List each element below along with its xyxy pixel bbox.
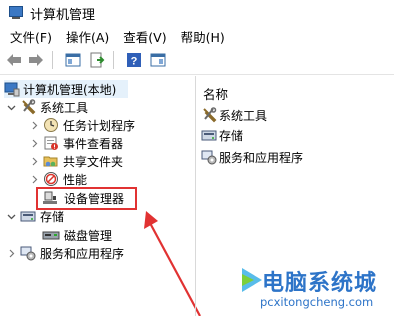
services-icon (20, 245, 36, 261)
tree-node-root[interactable]: 计算机管理(本地) (4, 80, 128, 98)
menu-bar: 文件(F) 操作(A) 查看(V) 帮助(H) (0, 26, 394, 46)
tree-node-shared-folders-label: 共享文件夹 (63, 154, 124, 169)
computer-management-icon (8, 5, 24, 21)
storage-icon (201, 127, 217, 143)
tree-node-event-viewer[interactable]: 事件查看器 (26, 134, 123, 152)
list-item-system-tools[interactable]: 系统工具 (201, 106, 267, 124)
show-hide-tree-icon[interactable] (63, 50, 83, 70)
menu-help[interactable]: 帮助(H) (181, 27, 225, 46)
list-item-label: 存储 (219, 128, 244, 143)
tree-node-shared-folders[interactable]: 共享文件夹 (26, 152, 123, 170)
tree-node-performance[interactable]: 性能 (26, 170, 87, 188)
tree-node-event-viewer-label: 事件查看器 (63, 136, 124, 151)
tree-node-root-label: 计算机管理(本地) (23, 82, 117, 97)
tree-node-disk-management[interactable]: 磁盘管理 (42, 226, 112, 244)
menu-file[interactable]: 文件(F) (10, 27, 52, 46)
computer-management-icon (4, 81, 20, 97)
svg-text:?: ? (131, 56, 138, 68)
tools-icon (201, 107, 217, 123)
chevron-down-icon[interactable] (6, 211, 16, 221)
toolbar-divider (0, 74, 394, 75)
help-icon[interactable]: ? (124, 50, 144, 70)
services-icon (201, 149, 217, 165)
clock-icon (43, 117, 59, 133)
tree-node-performance-label: 性能 (63, 172, 88, 187)
chevron-right-icon[interactable] (6, 248, 16, 258)
tree-node-task-scheduler-label: 任务计划程序 (63, 118, 136, 133)
tree-node-storage-label: 存储 (40, 209, 65, 224)
tree-node-disk-management-label: 磁盘管理 (64, 228, 113, 243)
chevron-right-icon[interactable] (29, 156, 39, 166)
title-bar: 计算机管理 (0, 0, 394, 26)
pane-divider[interactable] (195, 76, 196, 316)
tree-node-system-tools[interactable]: 系统工具 (6, 98, 88, 116)
watermark: 电脑系统城 pcxitongcheng.com (240, 262, 394, 316)
forward-arrow-icon[interactable] (26, 50, 46, 70)
storage-icon (20, 208, 36, 224)
menu-action[interactable]: 操作(A) (66, 27, 109, 46)
back-arrow-icon[interactable] (4, 50, 24, 70)
toolbar: ? (0, 46, 394, 74)
export-list-icon[interactable] (87, 50, 107, 70)
chevron-down-icon[interactable] (6, 102, 16, 112)
tree-node-services-apps-label: 服务和应用程序 (40, 246, 125, 261)
tree-node-system-tools-label: 系统工具 (40, 100, 89, 115)
toolbar-separator (52, 51, 53, 69)
watermark-title: 电脑系统城 (262, 271, 378, 296)
show-action-pane-icon[interactable] (148, 50, 168, 70)
chevron-right-icon[interactable] (29, 120, 39, 130)
column-header-name[interactable]: 名称 (203, 84, 228, 103)
disk-icon (42, 227, 60, 243)
list-item-label: 系统工具 (219, 108, 268, 123)
list-item-label: 服务和应用程序 (219, 150, 304, 165)
menu-view[interactable]: 查看(V) (123, 27, 166, 46)
performance-icon (43, 171, 59, 187)
list-item-services-apps[interactable]: 服务和应用程序 (201, 148, 303, 166)
tools-icon (20, 99, 36, 115)
chevron-right-icon[interactable] (29, 138, 39, 148)
shared-folder-icon (43, 153, 59, 169)
tree-node-services-apps[interactable]: 服务和应用程序 (6, 244, 124, 262)
window-title: 计算机管理 (30, 7, 96, 23)
watermark-logo-icon (242, 268, 262, 292)
chevron-right-icon[interactable] (29, 174, 39, 184)
list-item-storage[interactable]: 存储 (201, 126, 243, 144)
tree-node-task-scheduler[interactable]: 任务计划程序 (26, 116, 135, 134)
event-log-icon (43, 135, 59, 151)
tree-node-storage[interactable]: 存储 (6, 207, 64, 225)
toolbar-separator (113, 51, 114, 69)
watermark-url: pcxitongcheng.com (260, 295, 374, 309)
